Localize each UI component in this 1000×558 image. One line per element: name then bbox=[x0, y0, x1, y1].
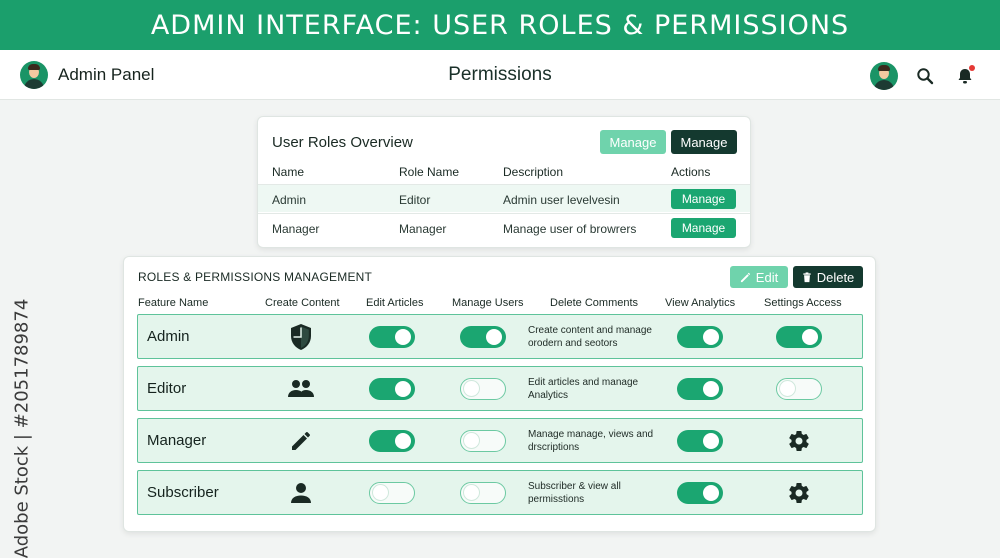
manage-users-toggle[interactable] bbox=[460, 429, 506, 452]
col-manage-users: Manage Users bbox=[452, 297, 524, 309]
search-icon[interactable] bbox=[912, 63, 938, 89]
col-settings-access: Settings Access bbox=[764, 297, 842, 309]
row-description: Admin user levelvesin bbox=[503, 193, 620, 207]
row-manage-button[interactable]: Manage bbox=[671, 218, 736, 238]
feature-name: Editor bbox=[147, 380, 187, 397]
col-create-content: Create Content bbox=[265, 297, 340, 309]
permission-row-editor: Editor Edit articles and manage Analytic… bbox=[137, 366, 863, 411]
pencil-icon bbox=[278, 419, 323, 462]
col-actions: Actions bbox=[671, 165, 711, 179]
delete-comments-description: Create content and manage orodern and se… bbox=[528, 325, 652, 349]
gear-icon[interactable] bbox=[774, 471, 824, 514]
notification-dot bbox=[969, 65, 975, 71]
gear-icon[interactable] bbox=[774, 419, 824, 462]
settings-access-toggle[interactable] bbox=[776, 377, 822, 400]
feature-name: Manager bbox=[147, 432, 207, 449]
pencil-icon bbox=[740, 272, 750, 282]
edit-articles-toggle[interactable] bbox=[369, 377, 415, 400]
watermark-text: Adobe Stock | #2051789874 bbox=[11, 298, 33, 558]
manage-users-toggle[interactable] bbox=[460, 325, 506, 348]
col-view-analytics: View Analytics bbox=[665, 297, 736, 309]
delete-comments-description: Manage manage, views and drscriptions bbox=[528, 429, 654, 453]
permission-row-manager: Manager Manage manage, views and drscrip… bbox=[137, 418, 863, 463]
stock-watermark: Adobe Stock | #2051789874 bbox=[8, 298, 36, 558]
delete-button[interactable]: Delete bbox=[793, 266, 863, 288]
bell-icon[interactable] bbox=[952, 63, 978, 89]
banner-title: ADMIN INTERFACE: USER ROLES & PERMISSION… bbox=[150, 9, 850, 41]
permission-row-subscriber: Subscriber Subscriber & view all permiss… bbox=[137, 470, 863, 515]
person-icon bbox=[278, 471, 323, 514]
col-name: Name bbox=[272, 165, 305, 179]
edit-button[interactable]: Edit bbox=[730, 266, 788, 288]
row-role: Editor bbox=[399, 193, 431, 207]
users-icon bbox=[278, 367, 323, 410]
user-roles-overview-card: User Roles Overview Manage Manage Name R… bbox=[257, 116, 751, 248]
overview-title: User Roles Overview bbox=[272, 134, 413, 151]
edit-articles-toggle[interactable] bbox=[369, 429, 415, 452]
delete-label: Delete bbox=[816, 269, 855, 285]
manage-button-dark[interactable]: Manage bbox=[671, 130, 737, 154]
table-row: Manager Manager Manage user of browrers … bbox=[258, 213, 750, 241]
top-banner: ADMIN INTERFACE: USER ROLES & PERMISSION… bbox=[0, 0, 1000, 50]
management-header-row: Feature Name Create Content Edit Article… bbox=[124, 297, 875, 311]
row-manage-button[interactable]: Manage bbox=[671, 189, 736, 209]
view-analytics-toggle[interactable] bbox=[677, 325, 723, 348]
manage-users-toggle[interactable] bbox=[460, 377, 506, 400]
delete-comments-description: Edit articles and manage Analytics bbox=[528, 377, 639, 401]
shield-icon bbox=[278, 315, 323, 358]
col-feature-name: Feature Name bbox=[138, 297, 209, 309]
row-description: Manage user of browrers bbox=[503, 222, 637, 236]
view-analytics-toggle[interactable] bbox=[677, 429, 723, 452]
overview-header-row: Name Role Name Description Actions bbox=[258, 165, 750, 185]
col-description: Description bbox=[503, 165, 564, 179]
row-name: Manager bbox=[272, 222, 320, 236]
feature-name: Subscriber bbox=[147, 484, 219, 501]
delete-comments-description: Subscriber & view all permisstions bbox=[528, 481, 621, 505]
row-role: Manager bbox=[399, 222, 447, 236]
page-title: Permissions bbox=[448, 64, 552, 85]
view-analytics-toggle[interactable] bbox=[677, 481, 723, 504]
manage-button-light[interactable]: Manage bbox=[600, 130, 666, 154]
edit-articles-toggle[interactable] bbox=[369, 325, 415, 348]
row-name: Admin bbox=[272, 193, 307, 207]
manage-users-toggle[interactable] bbox=[460, 481, 506, 504]
user-avatar[interactable] bbox=[870, 62, 898, 90]
col-delete-comments: Delete Comments bbox=[550, 297, 639, 309]
feature-name: Admin bbox=[147, 328, 190, 345]
edit-articles-toggle[interactable] bbox=[369, 481, 415, 504]
table-row: Admin Editor Admin user levelvesin Manag… bbox=[258, 184, 750, 212]
col-role-name: Role Name bbox=[399, 165, 460, 179]
trash-icon bbox=[803, 271, 811, 282]
app-header: Admin Panel Permissions bbox=[0, 50, 1000, 100]
settings-access-toggle[interactable] bbox=[776, 325, 822, 348]
permission-row-admin: Admin Create content and manage orodern … bbox=[137, 314, 863, 359]
view-analytics-toggle[interactable] bbox=[677, 377, 723, 400]
col-edit-articles: Edit Articles bbox=[366, 297, 424, 309]
edit-label: Edit bbox=[755, 269, 779, 285]
management-title: ROLES & PERMISSIONS MANAGEMENT bbox=[138, 270, 373, 284]
permissions-management-card: ROLES & PERMISSIONS MANAGEMENT Edit Dele… bbox=[123, 256, 876, 532]
